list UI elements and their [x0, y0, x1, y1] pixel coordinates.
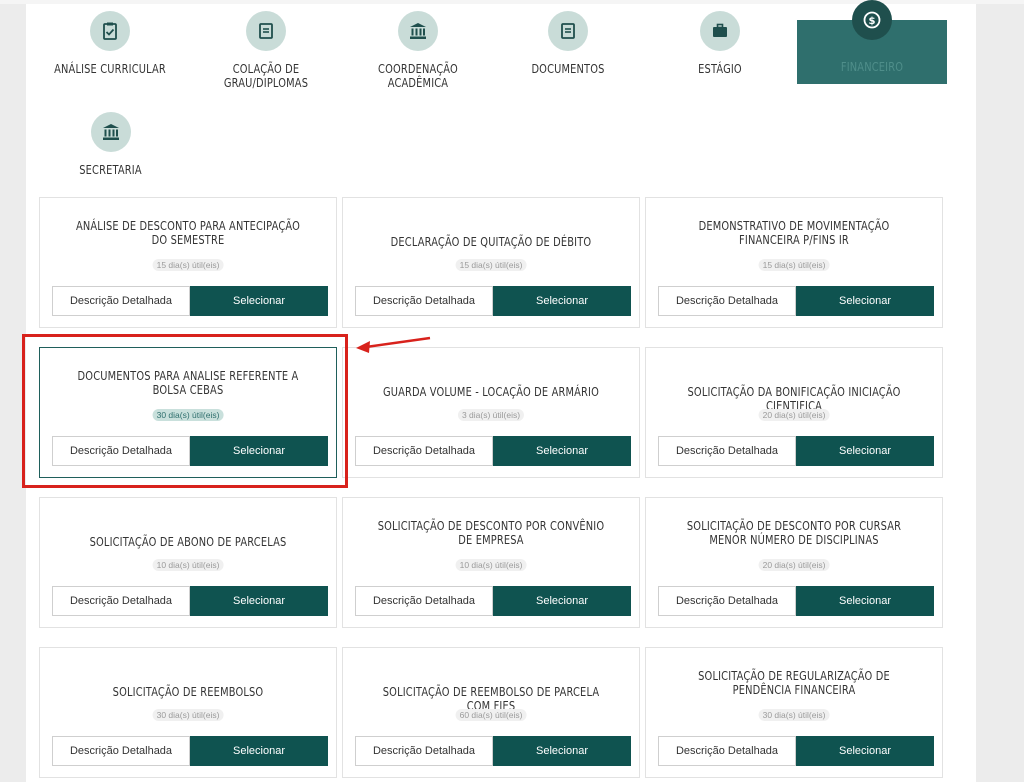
- category-label-text: ACADÊMICA: [387, 76, 449, 90]
- service-card: DEMONSTRATIVO DE MOVIMENTAÇÃO FINANCEIRA…: [645, 197, 943, 328]
- deadline-badge: 3 dia(s) útil(eis): [457, 409, 525, 421]
- deadline-badge: 15 dia(s) útil(eis): [152, 259, 224, 271]
- detail-button[interactable]: Descrição Detalhada: [355, 286, 493, 316]
- category-estagio[interactable]: ESTÁGIO: [650, 11, 790, 81]
- service-card-highlighted: DOCUMENTOS PARA ANALISE REFERENTE A BOLS…: [39, 347, 337, 478]
- service-card: SOLICITAÇÃO DE ABONO DE PARCELAS 10 dia(…: [39, 497, 337, 628]
- select-button[interactable]: Selecionar: [493, 436, 631, 466]
- select-button[interactable]: Selecionar: [796, 586, 934, 616]
- service-title: ANÁLISE DE DESCONTO PARA ANTECIPAÇÃO DO …: [75, 219, 300, 247]
- select-button[interactable]: Selecionar: [190, 436, 328, 466]
- select-button[interactable]: Selecionar: [796, 736, 934, 766]
- category-coordenacao-academica[interactable]: COORDENAÇÃO ACADÊMICA: [348, 11, 488, 91]
- service-title: SOLICITAÇÃO DE ABONO DE PARCELAS: [89, 535, 287, 549]
- category-secretaria[interactable]: SECRETARIA: [48, 112, 173, 182]
- deadline-badge: 20 dia(s) útil(eis): [758, 559, 830, 571]
- detail-button[interactable]: Descrição Detalhada: [52, 436, 190, 466]
- document-icon: [246, 11, 286, 51]
- service-card: SOLICITAÇÃO DA BONIFICAÇÃO INICIAÇÃO CIE…: [645, 347, 943, 478]
- category-colacao-de-grau[interactable]: COLAÇÃO DE GRAU/DIPLOMAS: [196, 11, 336, 91]
- detail-button[interactable]: Descrição Detalhada: [355, 586, 493, 616]
- detail-button[interactable]: Descrição Detalhada: [52, 586, 190, 616]
- deadline-badge: 60 dia(s) útil(eis): [455, 709, 527, 721]
- select-button[interactable]: Selecionar: [190, 586, 328, 616]
- category-financeiro[interactable]: $ FINANCEIRO: [797, 0, 947, 84]
- detail-button[interactable]: Descrição Detalhada: [658, 586, 796, 616]
- select-button[interactable]: Selecionar: [796, 436, 934, 466]
- category-label: ANÁLISE CURRICULAR: [54, 62, 166, 76]
- category-label: ESTÁGIO: [698, 62, 742, 76]
- category-label: DOCUMENTOS: [531, 62, 605, 76]
- service-title: SOLICITAÇÃO DE DESCONTO POR CURSAR MENOR…: [686, 519, 902, 547]
- service-title: DOCUMENTOS PARA ANALISE REFERENTE A BOLS…: [77, 369, 299, 397]
- deadline-badge: 30 dia(s) útil(eis): [152, 709, 224, 721]
- service-title: SOLICITAÇÃO DE REEMBOLSO: [112, 685, 264, 699]
- service-title: GUARDA VOLUME - LOCAÇÃO DE ARMÁRIO: [382, 385, 600, 399]
- service-card: SOLICITAÇÃO DE DESCONTO POR CONVÊNIO DE …: [342, 497, 640, 628]
- category-label-text: COORDENAÇÃO: [378, 62, 458, 76]
- category-label: FINANCEIRO: [840, 60, 904, 74]
- service-card: GUARDA VOLUME - LOCAÇÃO DE ARMÁRIO 3 dia…: [342, 347, 640, 478]
- service-card: SOLICITAÇÃO DE REEMBOLSO 30 dia(s) útil(…: [39, 647, 337, 778]
- service-title: DEMONSTRATIVO DE MOVIMENTAÇÃO FINANCEIRA…: [698, 219, 890, 247]
- detail-button[interactable]: Descrição Detalhada: [355, 736, 493, 766]
- deadline-badge: 30 dia(s) útil(eis): [758, 709, 830, 721]
- deadline-badge: 30 dia(s) útil(eis): [152, 409, 224, 421]
- service-card: SOLICITAÇÃO DE REGULARIZAÇÃO DE PENDÊNCI…: [645, 647, 943, 778]
- select-button[interactable]: Selecionar: [190, 736, 328, 766]
- category-label: COLAÇÃO DE GRAU/DIPLOMAS: [209, 62, 324, 90]
- service-card: SOLICITAÇÃO DE REEMBOLSO DE PARCELA COM …: [342, 647, 640, 778]
- detail-button[interactable]: Descrição Detalhada: [52, 736, 190, 766]
- service-card: DECLARAÇÃO DE QUITAÇÃO DE DÉBITO 15 dia(…: [342, 197, 640, 328]
- detail-button[interactable]: Descrição Detalhada: [658, 436, 796, 466]
- category-label: SECRETARIA: [79, 163, 142, 177]
- category-analise-curricular[interactable]: ANÁLISE CURRICULAR: [40, 11, 180, 81]
- deadline-badge: 10 dia(s) útil(eis): [152, 559, 224, 571]
- deadline-badge: 15 dia(s) útil(eis): [455, 259, 527, 271]
- select-button[interactable]: Selecionar: [493, 586, 631, 616]
- category-label-text: COLAÇÃO DE: [232, 62, 300, 76]
- detail-button[interactable]: Descrição Detalhada: [658, 286, 796, 316]
- service-card: SOLICITAÇÃO DE DESCONTO POR CURSAR MENOR…: [645, 497, 943, 628]
- deadline-badge: 20 dia(s) útil(eis): [758, 409, 830, 421]
- arrow-icon: [356, 336, 431, 353]
- select-button[interactable]: Selecionar: [493, 286, 631, 316]
- select-button[interactable]: Selecionar: [796, 286, 934, 316]
- deadline-badge: 10 dia(s) útil(eis): [455, 559, 527, 571]
- service-title: SOLICITAÇÃO DE REGULARIZAÇÃO DE PENDÊNCI…: [698, 669, 890, 697]
- service-title: DECLARAÇÃO DE QUITAÇÃO DE DÉBITO: [390, 235, 592, 249]
- detail-button[interactable]: Descrição Detalhada: [658, 736, 796, 766]
- clipboard-check-icon: [90, 11, 130, 51]
- document-icon: [548, 11, 588, 51]
- svg-text:$: $: [869, 16, 876, 27]
- building-columns-icon: [90, 112, 131, 152]
- deadline-badge: 15 dia(s) útil(eis): [758, 259, 830, 271]
- select-button[interactable]: Selecionar: [190, 286, 328, 316]
- dollar-icon: $: [852, 0, 892, 40]
- service-title: SOLICITAÇÃO DE DESCONTO POR CONVÊNIO DE …: [377, 519, 605, 547]
- category-documentos[interactable]: DOCUMENTOS: [498, 11, 638, 81]
- service-card: ANÁLISE DE DESCONTO PARA ANTECIPAÇÃO DO …: [39, 197, 337, 328]
- category-label: COORDENAÇÃO ACADÊMICA: [361, 62, 476, 90]
- detail-button[interactable]: Descrição Detalhada: [52, 286, 190, 316]
- select-button[interactable]: Selecionar: [493, 736, 631, 766]
- building-columns-icon: [398, 11, 438, 51]
- category-label-text: GRAU/DIPLOMAS: [223, 76, 309, 90]
- detail-button[interactable]: Descrição Detalhada: [355, 436, 493, 466]
- briefcase-icon: [700, 11, 740, 51]
